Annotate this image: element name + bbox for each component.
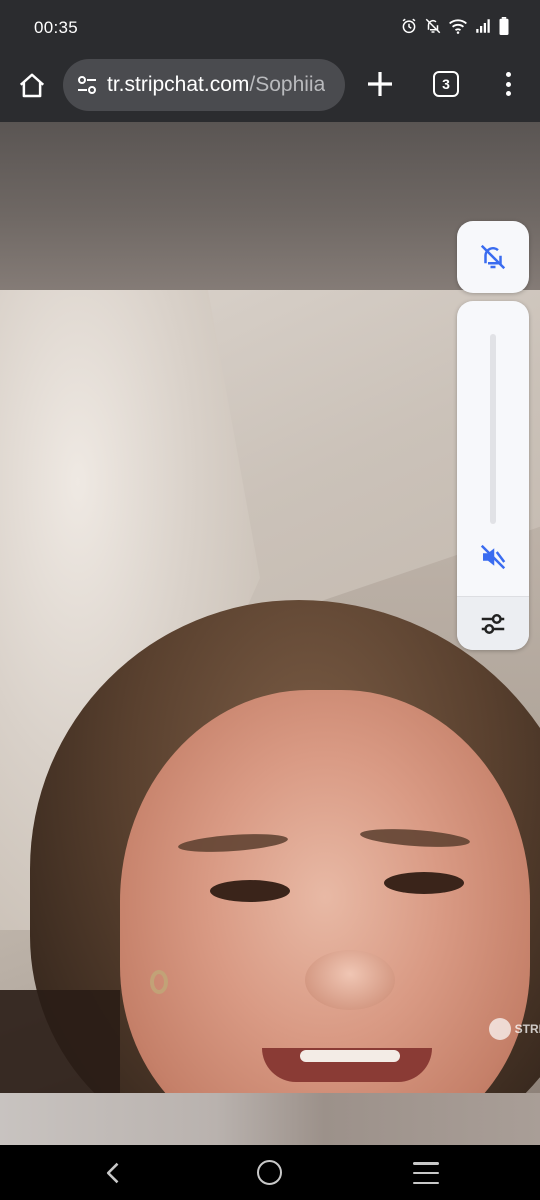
home-icon [19,73,45,98]
home-button[interactable] [14,68,50,104]
plus-icon[interactable] [364,68,396,100]
mute-button[interactable] [475,539,511,575]
sliders-icon [481,613,505,634]
site-settings-icon[interactable] [75,73,99,97]
status-bar: 00:35 [0,0,540,56]
volume-panel [457,301,529,650]
volume-slider[interactable] [490,334,496,524]
watermark-logo-icon [488,1018,511,1040]
signal-icon [476,19,490,33]
alarm-icon [402,18,416,34]
volume-muted-icon [480,544,506,570]
wifi-icon [449,19,467,34]
status-time: 00:35 [34,18,79,37]
tab-count: 3 [442,76,450,92]
stream-settings-button[interactable] [457,597,529,650]
url-path: /Sophiia [249,73,326,96]
battery-icon [499,17,509,35]
system-nav-bar [0,1145,540,1200]
stream-watermark: STRI [488,1018,540,1040]
tab-switcher-button[interactable]: 3 [433,71,459,97]
url-text[interactable]: tr.stripchat.com/Sophiia [107,73,325,97]
watermark-text: STRI [514,1022,540,1036]
recents-icon[interactable] [413,1162,439,1184]
bell-off-icon [480,244,506,270]
bell-off-icon [425,18,441,34]
browser-toolbar: tr.stripchat.com/Sophiia 3 [0,56,540,122]
blurred-background-bottom [0,1093,540,1145]
notifications-toggle-button[interactable] [457,221,529,293]
back-icon[interactable] [100,1159,128,1187]
status-icons [400,17,510,35]
home-circle-icon[interactable] [257,1160,282,1185]
url-domain: tr.stripchat.com [107,73,250,96]
address-bar[interactable]: tr.stripchat.com/Sophiia [63,59,345,111]
more-vert-icon[interactable] [498,68,518,100]
